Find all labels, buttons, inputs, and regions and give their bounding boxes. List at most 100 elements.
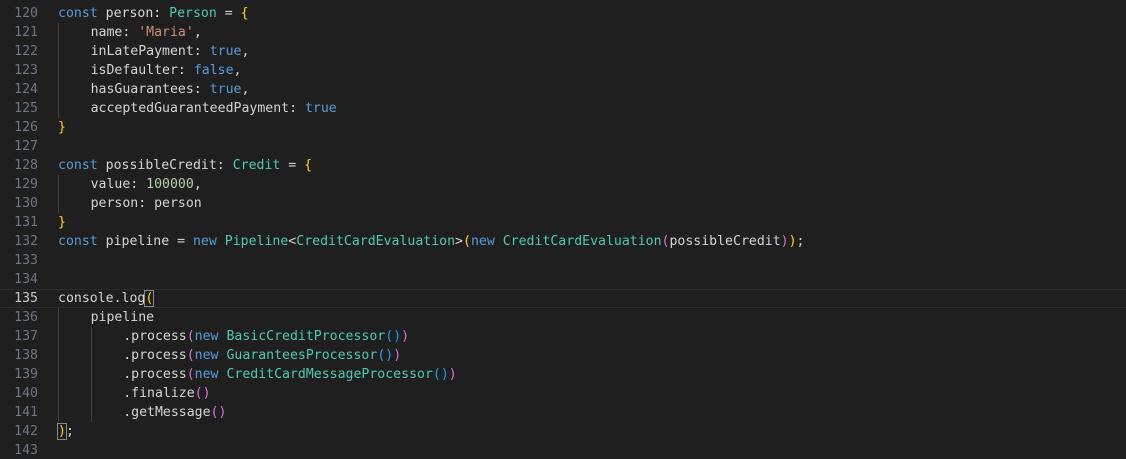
code-token: true xyxy=(209,82,242,97)
indent-guide xyxy=(58,175,59,194)
code-line[interactable]: 141 .getMessage() xyxy=(0,403,1126,422)
line-number: 129 xyxy=(14,177,38,192)
code-line[interactable]: 130 person: person xyxy=(0,194,1126,213)
line-number: 132 xyxy=(14,234,38,249)
code-token: ( xyxy=(144,290,155,307)
code-line[interactable]: 120 const person: Person = { xyxy=(0,4,1126,23)
code-token: ) xyxy=(218,405,227,420)
code-text: .getMessage() xyxy=(123,403,226,422)
code-token: name: xyxy=(90,25,139,40)
code-token: isDefaulter: xyxy=(90,63,194,78)
code-token: true xyxy=(209,44,242,59)
code-token: new xyxy=(194,367,219,382)
code-token: .finalize xyxy=(123,386,195,401)
code-token: false xyxy=(193,63,234,78)
code-token: .getMessage xyxy=(123,405,211,420)
code-token: const xyxy=(58,158,98,173)
code-line[interactable]: 142); xyxy=(0,422,1126,441)
code-token: ; xyxy=(65,424,74,439)
code-token: > xyxy=(455,234,463,249)
code-text: hasGuarantees: true, xyxy=(91,80,250,99)
code-line[interactable]: 127 xyxy=(0,137,1126,156)
code-token: pipeline = xyxy=(97,234,193,249)
indent-guide xyxy=(58,327,59,346)
code-text: .process(new BasicCreditProcessor()) xyxy=(123,327,409,346)
code-line[interactable]: 128 const possibleCredit: Credit = { xyxy=(0,156,1126,175)
code-token: , xyxy=(193,25,202,40)
code-line[interactable]: 132 const pipeline = new Pipeline<CreditC… xyxy=(0,232,1126,251)
indent-guide xyxy=(58,194,59,213)
code-token: , xyxy=(241,82,250,97)
indent-guide xyxy=(58,308,59,327)
code-line[interactable]: 126} xyxy=(0,118,1126,137)
code-token: CreditCardEvaluation xyxy=(296,234,456,249)
code-token: ( xyxy=(194,386,203,401)
code-token: Pipeline xyxy=(224,234,289,249)
indent-guide xyxy=(90,346,92,365)
code-token: possibleCredit xyxy=(669,234,781,249)
line-number: 136 xyxy=(14,310,38,325)
indent-guide xyxy=(58,80,59,99)
code-line[interactable]: 123 isDefaulter: false, xyxy=(0,61,1126,80)
line-number: 139 xyxy=(14,367,38,382)
code-line[interactable]: 122 inLatePayment: true, xyxy=(0,42,1126,61)
code-line[interactable]: 134 xyxy=(0,270,1126,289)
indent-guide xyxy=(58,61,59,80)
code-token: } xyxy=(58,120,66,135)
code-token: ( xyxy=(186,329,195,344)
code-token: CreditCardMessageProcessor xyxy=(226,367,433,382)
code-token: new xyxy=(470,234,495,249)
indent-guide xyxy=(58,384,59,403)
code-line[interactable]: 124 hasGuarantees: true, xyxy=(0,80,1126,99)
code-token: } xyxy=(58,215,66,230)
code-token: 100000 xyxy=(146,177,194,192)
code-token: .process xyxy=(123,329,187,344)
code-line[interactable]: 133 xyxy=(0,251,1126,270)
code-line[interactable]: 131} xyxy=(0,213,1126,232)
code-editor[interactable]: 120 const person: Person = { 121 name: 'Mar… xyxy=(0,0,1126,459)
code-text: } xyxy=(58,118,66,137)
code-token: CreditCardEvaluation xyxy=(502,234,662,249)
code-line[interactable]: 129 value: 100000, xyxy=(0,175,1126,194)
code-text: .process(new CreditCardMessageProcessor(… xyxy=(123,365,457,384)
indent-guide xyxy=(58,365,59,384)
indent-guide xyxy=(90,403,92,422)
code-token: GuaranteesProcessor xyxy=(226,348,378,363)
code-token: ( xyxy=(385,329,394,344)
code-token: , xyxy=(233,63,242,78)
code-line[interactable]: 137 .process(new BasicCreditProcessor()) xyxy=(0,327,1126,346)
code-token: pipeline xyxy=(90,310,155,325)
code-token: ) xyxy=(202,386,211,401)
line-number: 121 xyxy=(14,25,38,40)
code-token: acceptedGuaranteedPayment: xyxy=(90,101,305,116)
code-text: name: 'Maria', xyxy=(91,23,202,42)
line-number: 133 xyxy=(14,253,38,268)
line-number: 124 xyxy=(14,82,38,97)
line-number: 143 xyxy=(14,443,38,458)
code-text: .finalize() xyxy=(123,384,210,403)
code-token: ) xyxy=(57,423,67,440)
code-line[interactable]: 138 .process(new GuaranteesProcessor()) xyxy=(0,346,1126,365)
line-number: 134 xyxy=(14,272,38,287)
code-token: new xyxy=(194,329,219,344)
code-line[interactable]: 140 .finalize() xyxy=(0,384,1126,403)
code-line[interactable]: 143 xyxy=(0,441,1126,459)
code-token: hasGuarantees: xyxy=(90,82,210,97)
code-token: ( xyxy=(186,348,195,363)
code-line[interactable]: 135 console.log( xyxy=(0,289,1126,308)
indent-guide xyxy=(58,99,59,118)
code-token: ) xyxy=(448,367,457,382)
line-number: 137 xyxy=(14,329,38,344)
line-number: 123 xyxy=(14,63,38,78)
line-number: 130 xyxy=(14,196,38,211)
code-line[interactable]: 139 .process(new CreditCardMessageProcess… xyxy=(0,365,1126,384)
code-line[interactable]: 136 pipeline xyxy=(0,308,1126,327)
code-token: new xyxy=(192,234,217,249)
code-line[interactable]: 125 acceptedGuaranteedPayment: true xyxy=(0,99,1126,118)
code-line[interactable]: 121 name: 'Maria', xyxy=(0,23,1126,42)
code-token: Credit xyxy=(232,158,281,173)
code-text: const possibleCredit: Credit = { xyxy=(58,156,312,175)
line-number: 138 xyxy=(14,348,38,363)
